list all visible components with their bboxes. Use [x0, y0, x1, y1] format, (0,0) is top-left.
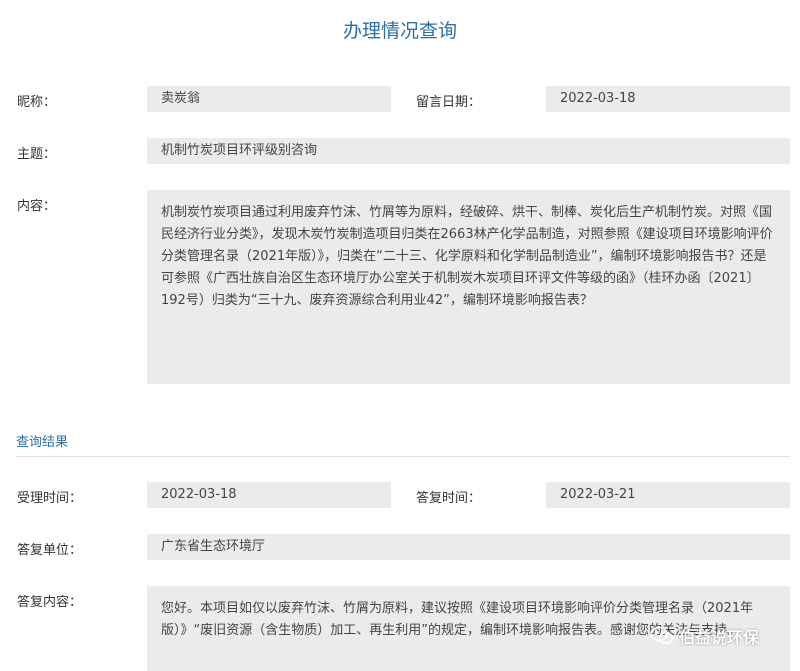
section-divider — [16, 456, 790, 457]
accept-time-label: 受理时间： — [17, 491, 83, 506]
reply-time-field: 2022-03-21 — [546, 482, 790, 508]
nickname-field: 卖炭翁 — [147, 86, 391, 112]
accept-time-field: 2022-03-18 — [147, 482, 391, 508]
content-field: 机制炭竹炭项目通过利用废弃竹沫、竹屑等为原料，经破碎、烘干、制棒、炭化后生产机制… — [147, 190, 790, 384]
watermark-text: 伯益说环保 — [679, 628, 760, 647]
date-field: 2022-03-18 — [546, 86, 790, 112]
reply-unit-field: 广东省生态环境厅 — [147, 534, 790, 560]
wechat-icon — [650, 626, 674, 644]
content-label: 内容： — [17, 199, 57, 214]
reply-time-label: 答复时间： — [416, 491, 482, 506]
result-section-title: 查询结果 — [16, 435, 69, 450]
watermark: 伯益说环保 — [650, 624, 759, 648]
nickname-label: 昵称： — [17, 95, 57, 110]
reply-unit-label: 答复单位： — [17, 543, 83, 558]
reply-content-label: 答复内容： — [17, 595, 83, 610]
subject-label: 主题： — [17, 147, 57, 162]
subject-field: 机制竹炭项目环评级别咨询 — [147, 138, 790, 164]
date-label: 留言日期： — [416, 95, 482, 110]
page-title: 办理情况查询 — [342, 20, 457, 42]
